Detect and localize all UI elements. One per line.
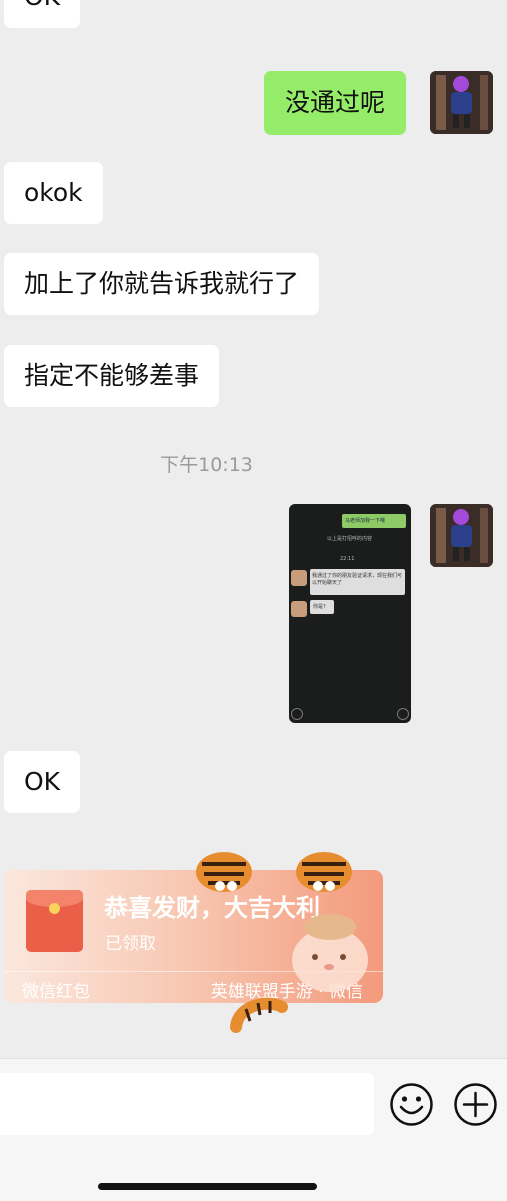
message-bubble-received[interactable]: OK: [4, 751, 81, 813]
message-text: okok: [24, 178, 83, 207]
plus-circle-icon[interactable]: [453, 1082, 498, 1127]
chat-timestamp: 下午10:13: [160, 454, 253, 476]
red-envelope-icon: [26, 890, 83, 952]
message-bubble-sent[interactable]: 没通过呢: [264, 71, 407, 135]
image-reply-text: 你是?: [313, 604, 326, 610]
message-input[interactable]: [0, 1073, 374, 1135]
sent-image-message[interactable]: 马老师加我一下哦 以上是打招呼的内容 22:11 我通过了你的朋友验证请求，现在…: [289, 504, 411, 723]
image-green-text: 马老师加我一下哦: [345, 518, 386, 524]
chat-input-bar: [0, 1058, 507, 1201]
message-bubble-received[interactable]: OK: [4, 0, 81, 28]
message-text: OK: [24, 0, 60, 11]
message-text: 指定不能够差事: [24, 361, 200, 390]
lucky-cat-icon: [292, 914, 368, 992]
tiger-decoration-icon: [196, 852, 352, 892]
image-contact-avatar: [291, 601, 307, 617]
emoji-icon: [397, 708, 409, 720]
message-text: 没通过呢: [285, 88, 386, 117]
voice-icon: [291, 708, 303, 720]
my-avatar[interactable]: [430, 504, 493, 567]
message-text: 加上了你就告诉我就行了: [24, 269, 300, 298]
message-text: OK: [24, 767, 61, 796]
message-bubble-received[interactable]: 加上了你就告诉我就行了: [4, 253, 320, 315]
tiger-tail-icon: [230, 997, 288, 1033]
image-reply-text: 我通过了你的朋友验证请求，现在我们可以开始聊天了: [312, 573, 403, 586]
message-bubble-received[interactable]: 指定不能够差事: [4, 345, 220, 407]
smiley-face-icon[interactable]: [389, 1082, 434, 1127]
message-bubble-received[interactable]: okok: [4, 162, 103, 224]
red-packet-status: 已领取: [105, 934, 156, 954]
my-avatar[interactable]: [430, 71, 493, 134]
image-time: 22:11: [340, 556, 355, 562]
image-system-text: 以上是打招呼的内容: [327, 536, 373, 542]
home-indicator[interactable]: [98, 1183, 317, 1190]
image-contact-avatar: [291, 570, 307, 586]
red-packet-label: 微信红包: [22, 982, 90, 1002]
